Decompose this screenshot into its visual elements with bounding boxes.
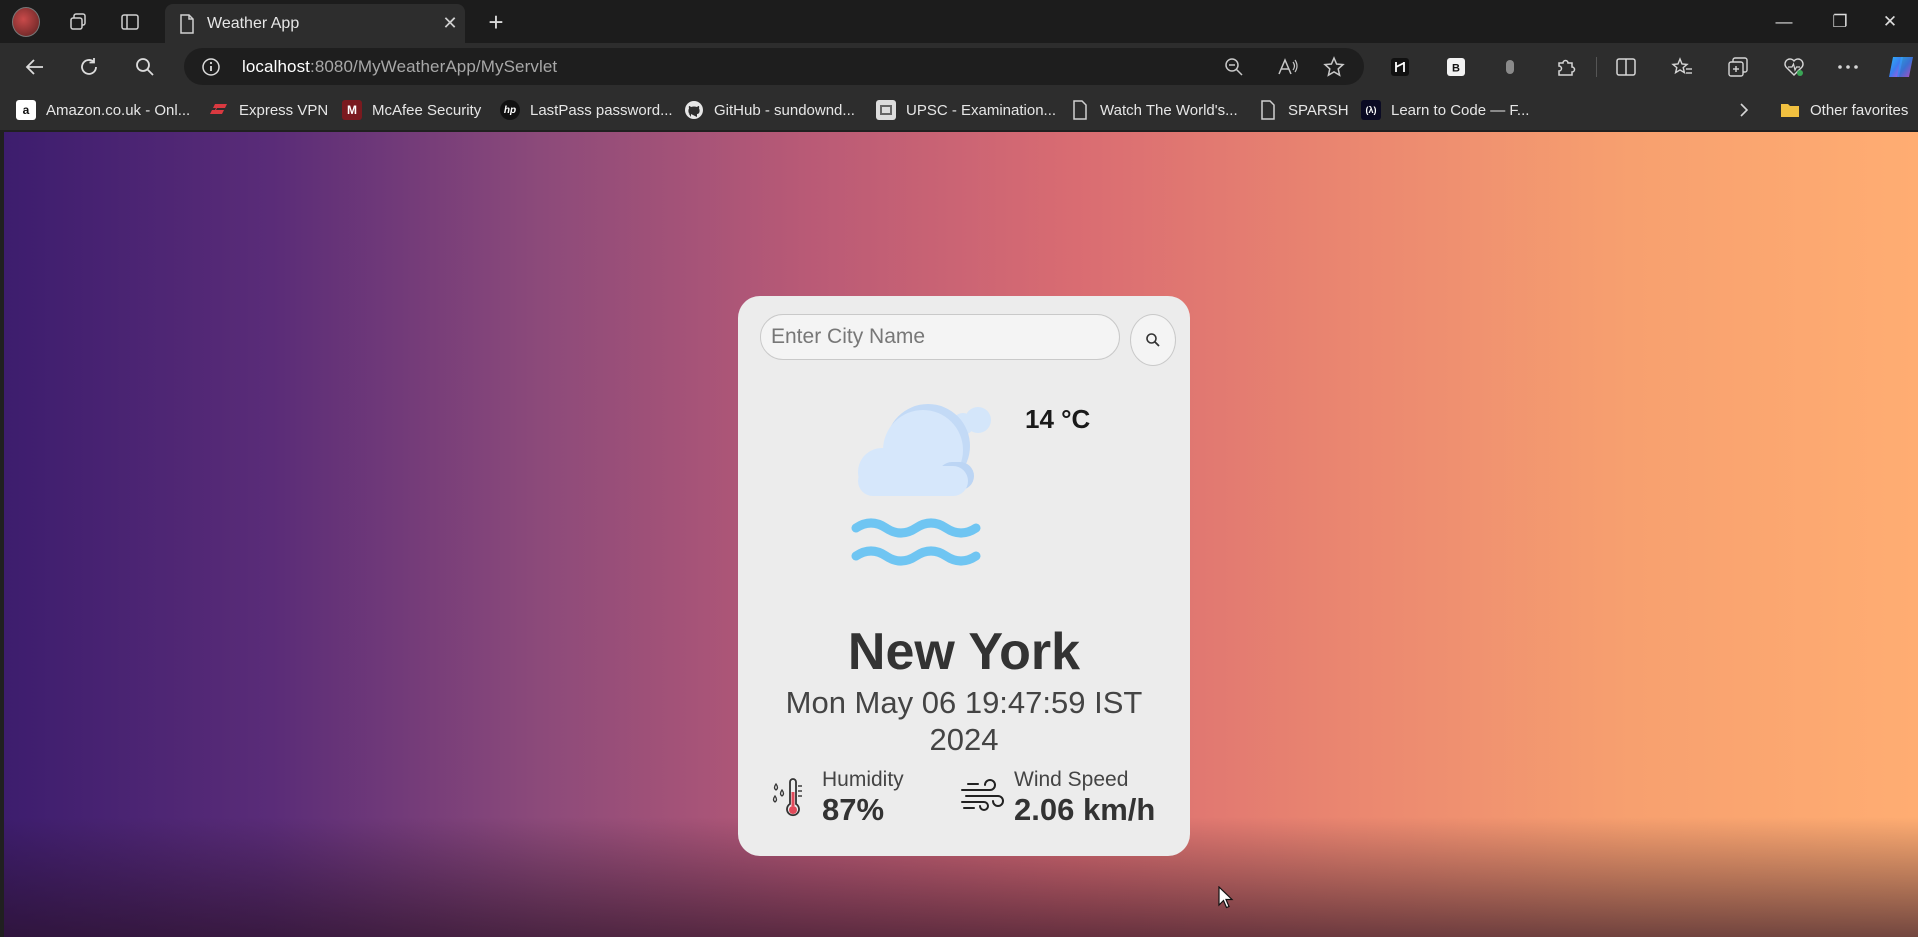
city-search-input[interactable] <box>760 314 1120 360</box>
address-bar[interactable]: localhost:8080/MyWeatherApp/MyServlet <box>184 48 1364 85</box>
date-time: Mon May 06 19:47:59 IST 2024 <box>785 685 1143 757</box>
bookmark-label: UPSC - Examination... <box>906 101 1057 119</box>
extension-b-icon[interactable]: B <box>1442 53 1470 81</box>
url-text: localhost:8080/MyWeatherApp/MyServlet <box>242 57 557 77</box>
amazon-icon: a <box>16 100 36 120</box>
bookmark-label: SPARSH <box>1288 101 1349 119</box>
back-arrow-icon <box>25 59 43 75</box>
copilot-icon[interactable] <box>1886 53 1916 81</box>
bookmark-lastpass[interactable]: hp LastPass password... <box>500 98 673 122</box>
navigation-bar: localhost:8080/MyWeatherApp/MyServlet B <box>0 43 1918 90</box>
back-button[interactable] <box>18 50 52 84</box>
bookmark-label: Amazon.co.uk - Onl... <box>46 101 191 119</box>
mcafee-icon: M <box>342 100 362 120</box>
tab-weather-app[interactable]: Weather App ✕ <box>165 4 465 43</box>
bookmarks-bar: a Amazon.co.uk - Onl... Express VPN M Mc… <box>0 90 1918 130</box>
extensions-puzzle-icon[interactable] <box>1552 53 1580 81</box>
humidity-label: Humidity <box>822 768 904 791</box>
workspaces-icon <box>70 13 86 30</box>
collections-icon[interactable] <box>1724 53 1752 81</box>
split-screen-icon[interactable] <box>1612 53 1640 81</box>
bookmark-github[interactable]: GitHub - sundownd... <box>684 98 855 122</box>
search-icon <box>136 58 154 76</box>
extension-h-icon[interactable] <box>1386 53 1414 81</box>
bookmarks-overflow-chevron-icon[interactable] <box>1738 98 1750 122</box>
search-button[interactable] <box>128 50 162 84</box>
other-favorites-label: Other favorites <box>1810 101 1909 119</box>
close-tab-icon[interactable]: ✕ <box>435 9 465 39</box>
other-favorites[interactable]: Other favorites <box>1780 98 1908 122</box>
vertical-tabs-button[interactable] <box>116 8 144 36</box>
profile-avatar[interactable] <box>12 7 40 37</box>
page-icon <box>1070 100 1090 120</box>
favorites-icon[interactable] <box>1668 53 1696 81</box>
minimize-button[interactable]: — <box>1756 0 1812 43</box>
expressvpn-icon <box>209 100 229 120</box>
bookmark-express-vpn[interactable]: Express VPN <box>209 98 328 122</box>
avatar-icon <box>12 7 40 37</box>
humidity-stat: Humidity 87% <box>768 768 904 828</box>
url-host: localhost <box>242 57 310 76</box>
restore-button[interactable]: ❐ <box>1812 0 1868 43</box>
humidity-thermometer-icon <box>772 778 802 817</box>
page-viewport: 14 °C New York Mon May 06 19:47:59 IST 2… <box>4 132 1918 937</box>
cloud-mist-icon <box>851 404 991 566</box>
bookmark-label: LastPass password... <box>530 101 673 119</box>
wind-speed-value: 2.06 km/h <box>1014 792 1156 827</box>
wind-speed-label: Wind Speed <box>1014 768 1129 791</box>
zoom-out-icon[interactable] <box>1220 53 1248 81</box>
tab-bar: Weather App ✕ + — ❐ ✕ <box>0 0 1918 43</box>
site-info-icon[interactable] <box>198 54 224 80</box>
bookmark-watch-the-world[interactable]: Watch The World's... <box>1070 98 1238 122</box>
bookmark-label: GitHub - sundownd... <box>714 101 855 119</box>
bookmark-amazon[interactable]: a Amazon.co.uk - Onl... <box>16 98 190 122</box>
weather-card: 14 °C New York Mon May 06 19:47:59 IST 2… <box>738 296 1190 856</box>
window-close-button[interactable]: ✕ <box>1862 0 1918 43</box>
bookmark-upsc[interactable]: UPSC - Examination... <box>876 98 1056 122</box>
bookmark-mcafee[interactable]: M McAfee Security <box>342 98 481 122</box>
humidity-value: 87% <box>822 792 885 827</box>
tab-actions-icon <box>121 14 139 30</box>
favorite-star-icon[interactable] <box>1320 53 1348 81</box>
workspaces-button[interactable] <box>64 8 92 36</box>
page-icon <box>180 13 194 34</box>
bookmark-label: McAfee Security <box>372 101 482 119</box>
upsc-icon <box>876 100 896 120</box>
hp-icon: hp <box>500 100 520 120</box>
toolbar-divider <box>1596 57 1597 77</box>
mouse-cursor-icon <box>1218 886 1234 909</box>
temperature-value: 14 °C <box>1025 404 1091 434</box>
extension-mic-icon[interactable] <box>1496 53 1524 81</box>
read-aloud-icon[interactable] <box>1274 53 1302 81</box>
url-path: :8080/MyWeatherApp/MyServlet <box>310 57 558 76</box>
bookmark-label: Express VPN <box>239 101 329 119</box>
refresh-button[interactable] <box>72 50 106 84</box>
search-city-button[interactable] <box>1130 314 1176 366</box>
bookmark-label: Learn to Code — F... <box>1391 101 1530 119</box>
bookmark-label: Watch The World's... <box>1100 101 1238 119</box>
svg-text:B: B <box>1452 63 1460 75</box>
github-icon <box>684 100 704 120</box>
browser-essentials-icon[interactable] <box>1780 53 1808 81</box>
freecodecamp-icon: (λ) <box>1361 100 1381 120</box>
wind-speed-stat: Wind Speed 2.06 km/h <box>960 768 1155 828</box>
refresh-icon <box>81 58 97 75</box>
new-tab-button[interactable]: + <box>480 6 512 38</box>
folder-icon <box>1780 100 1800 120</box>
search-icon <box>1146 333 1160 347</box>
wind-icon <box>961 779 1004 811</box>
page-icon <box>1258 100 1278 120</box>
tab-title: Weather App <box>207 14 300 32</box>
more-options-icon[interactable] <box>1834 53 1862 81</box>
bookmark-sparsh[interactable]: SPARSH <box>1258 98 1349 122</box>
city-name: New York <box>847 623 1081 681</box>
bookmark-freecodecamp[interactable]: (λ) Learn to Code — F... <box>1361 98 1529 122</box>
